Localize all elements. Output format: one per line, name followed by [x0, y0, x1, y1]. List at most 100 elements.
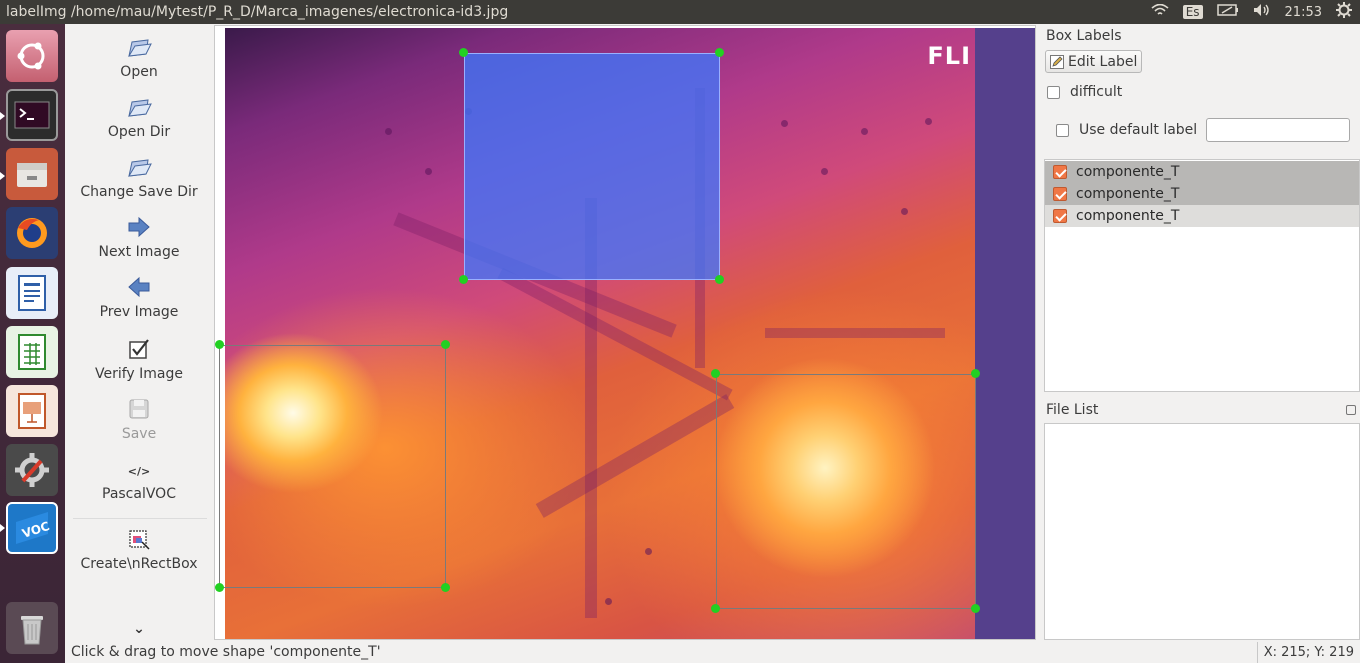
open-dir-button[interactable]: Open Dir: [65, 96, 213, 140]
pcb-via: [645, 548, 652, 555]
label-name: componente_T: [1076, 164, 1180, 180]
use-default-label-checkbox[interactable]: [1056, 123, 1069, 137]
cursor-coordinates: X: 215; Y: 219: [1256, 642, 1360, 663]
pcb-trace: [535, 394, 735, 518]
draw-rectangle-icon: [65, 528, 213, 552]
bounding-box[interactable]: [219, 345, 446, 588]
label-list[interactable]: componente_T componente_T componente_T: [1044, 159, 1360, 392]
arrow-right-icon: [65, 216, 213, 240]
box-handle[interactable]: [715, 48, 724, 57]
default-label-input[interactable]: [1206, 118, 1350, 142]
gear-icon[interactable]: [1336, 2, 1352, 22]
label-list-item[interactable]: componente_T: [1045, 161, 1359, 183]
prev-image-label: Prev Image: [99, 304, 179, 320]
toolbar: Open Open Dir Change Save Dir Next Image…: [65, 24, 213, 640]
prev-image-button[interactable]: Prev Image: [65, 276, 213, 320]
use-default-label-row[interactable]: Use default label: [1056, 122, 1197, 138]
label-visible-checkbox[interactable]: [1053, 165, 1067, 179]
toolbar-more-chevron-icon[interactable]: ⌄: [65, 622, 213, 636]
box-handle[interactable]: [459, 48, 468, 57]
edit-label-text: Edit Label: [1068, 53, 1138, 70]
open-button[interactable]: Open: [65, 36, 213, 80]
floppy-disk-icon: [65, 398, 213, 422]
writer-icon[interactable]: [6, 267, 58, 319]
save-button[interactable]: Save: [65, 398, 213, 442]
label-list-item[interactable]: componente_T: [1045, 205, 1359, 227]
change-save-dir-label: Change Save Dir: [80, 184, 198, 200]
system-tray: Es 21:53: [1151, 2, 1360, 22]
box-handle[interactable]: [441, 583, 450, 592]
next-image-button[interactable]: Next Image: [65, 216, 213, 260]
pcb-via: [385, 128, 392, 135]
bounding-box-selected[interactable]: [464, 53, 720, 280]
running-indicator: [0, 524, 5, 532]
firefox-icon[interactable]: [6, 207, 58, 259]
impress-icon[interactable]: [6, 385, 58, 437]
arrow-left-icon: [65, 276, 213, 300]
box-handle[interactable]: [459, 275, 468, 284]
image-canvas[interactable]: FLI: [214, 25, 1036, 640]
volume-icon[interactable]: [1253, 3, 1271, 21]
verify-image-label: Verify Image: [94, 366, 183, 382]
box-handle[interactable]: [711, 604, 720, 613]
label-list-item[interactable]: componente_T: [1045, 183, 1359, 205]
box-handle[interactable]: [711, 369, 720, 378]
create-rectbox-label: Create\nRectBox: [80, 556, 198, 572]
difficult-checkbox-row[interactable]: difficult: [1047, 84, 1122, 100]
next-image-label: Next Image: [98, 244, 180, 260]
system-top-bar: labelImg /home/mau/Mytest/P_R_D/Marca_im…: [0, 0, 1360, 24]
box-handle[interactable]: [215, 340, 224, 349]
system-settings-icon[interactable]: [6, 444, 58, 496]
pcb-via: [781, 120, 788, 127]
toolbar-separator: [73, 518, 207, 519]
file-manager-icon[interactable]: [6, 148, 58, 200]
terminal-icon[interactable]: [6, 89, 58, 141]
window-title: labelImg /home/mau/Mytest/P_R_D/Marca_im…: [6, 4, 509, 20]
pcb-via: [901, 208, 908, 215]
running-indicator: [0, 172, 5, 180]
box-handle[interactable]: [715, 275, 724, 284]
flir-logo: FLI: [927, 42, 971, 70]
image-border: [975, 28, 1035, 639]
folder-open-icon: [65, 96, 213, 120]
keyboard-layout-indicator[interactable]: Es: [1182, 5, 1203, 19]
folder-open-icon: [65, 36, 213, 60]
pcb-via: [425, 168, 432, 175]
launcher: VOC: [0, 24, 65, 663]
running-indicator: [0, 112, 5, 120]
label-name: componente_T: [1076, 186, 1180, 202]
file-list-title: File List: [1046, 402, 1099, 418]
box-handle[interactable]: [971, 369, 980, 378]
file-list[interactable]: [1044, 423, 1360, 640]
edit-pencil-icon: [1050, 54, 1064, 69]
box-handle[interactable]: [215, 583, 224, 592]
label-visible-checkbox[interactable]: [1053, 187, 1067, 201]
ubuntu-dash-icon[interactable]: [6, 30, 58, 82]
dock-float-icon[interactable]: [1346, 405, 1356, 415]
bounding-box[interactable]: [716, 374, 976, 609]
battery-icon[interactable]: [1216, 4, 1239, 20]
box-handle[interactable]: [441, 340, 450, 349]
box-handle[interactable]: [971, 604, 980, 613]
trash-icon[interactable]: [6, 602, 58, 654]
format-label: PascalVOC: [102, 486, 176, 502]
pcb-via: [821, 168, 828, 175]
format-toggle-button[interactable]: </> PascalVOC: [65, 462, 213, 502]
labelimg-voc-icon[interactable]: VOC: [6, 502, 58, 554]
wifi-icon[interactable]: [1151, 3, 1169, 20]
label-visible-checkbox[interactable]: [1053, 209, 1067, 223]
edit-label-button[interactable]: Edit Label: [1045, 50, 1142, 73]
open-label: Open: [120, 64, 158, 80]
open-dir-label: Open Dir: [107, 124, 171, 140]
code-icon: </>: [127, 465, 151, 478]
checkbox-checked-icon: [65, 338, 213, 362]
pcb-via: [925, 118, 932, 125]
change-save-dir-button[interactable]: Change Save Dir: [65, 156, 213, 200]
folder-open-icon: [65, 156, 213, 180]
status-bar: Click & drag to move shape 'componente_T…: [65, 641, 1360, 663]
clock[interactable]: 21:53: [1285, 5, 1322, 20]
verify-image-button[interactable]: Verify Image: [65, 338, 213, 382]
create-rectbox-button[interactable]: Create\nRectBox: [65, 528, 213, 572]
calc-icon[interactable]: [6, 326, 58, 378]
difficult-checkbox[interactable]: [1047, 85, 1060, 99]
